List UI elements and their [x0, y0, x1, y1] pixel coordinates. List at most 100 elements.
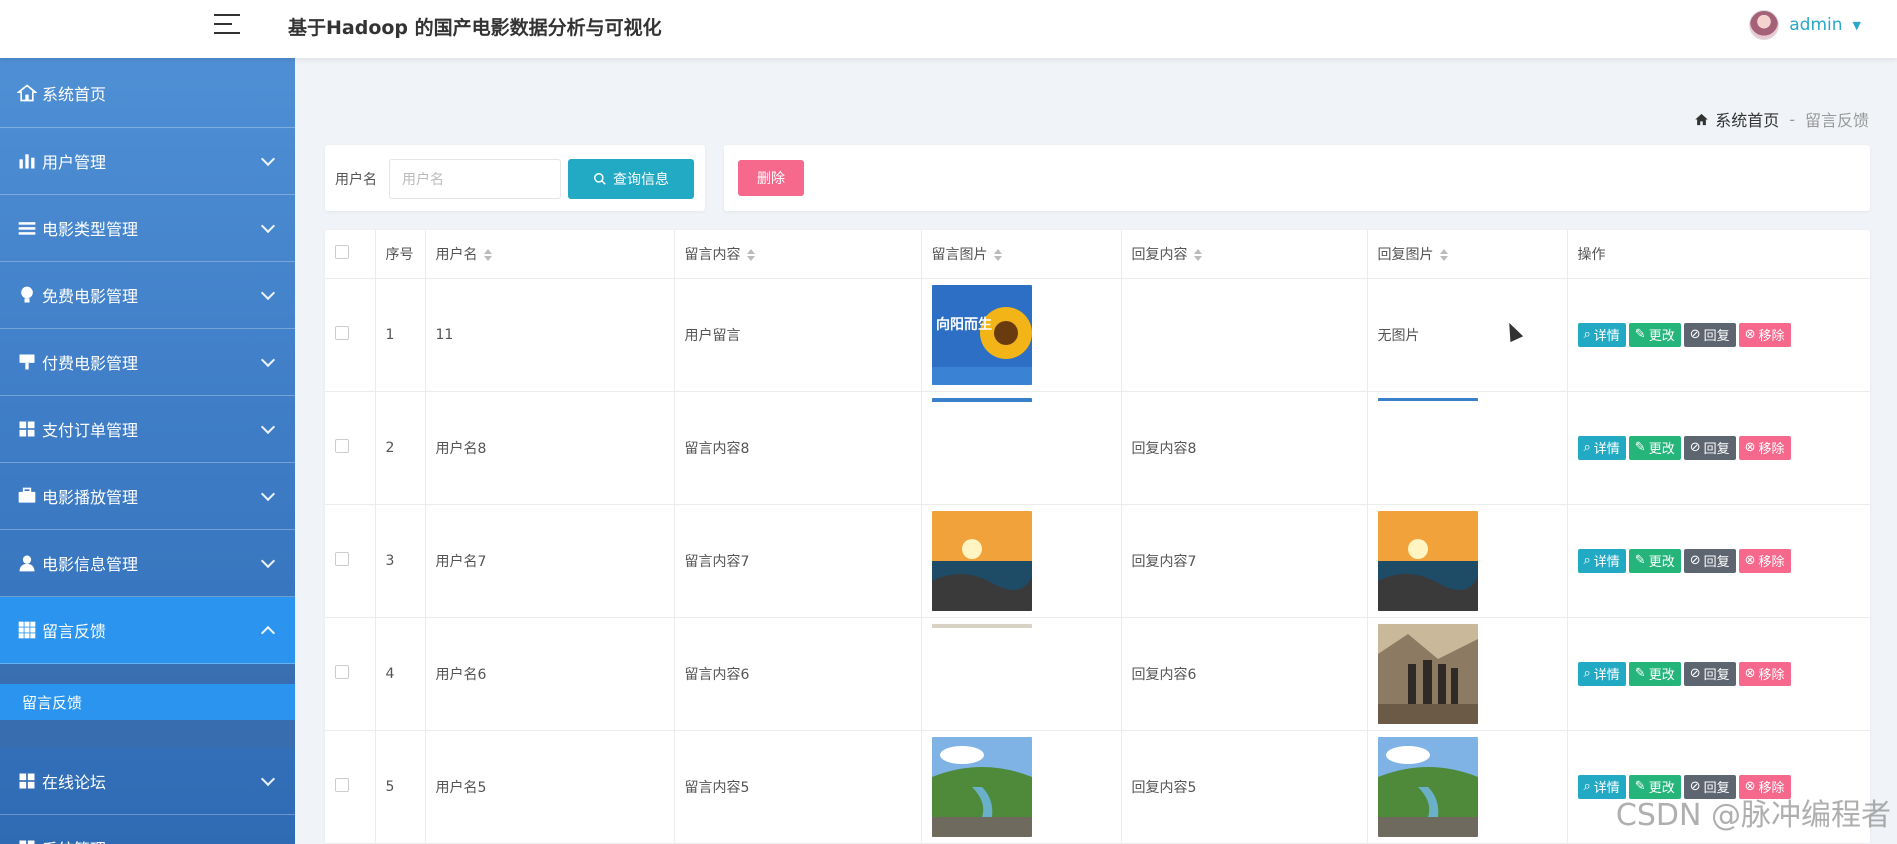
submenu-item-feedback[interactable]: 留言反馈: [0, 684, 295, 720]
row-actions: ⌕ 详情 ✎ 更改 ⊘ 回复 ⊗ 移除: [1577, 435, 1860, 460]
select-all-checkbox[interactable]: [335, 244, 349, 259]
home-icon: [16, 82, 38, 104]
column-header[interactable]: 留言图片: [921, 230, 1122, 279]
sort-icon[interactable]: [746, 248, 755, 261]
list-icon: [16, 217, 38, 239]
reply-image[interactable]: [1377, 397, 1478, 498]
sort-icon[interactable]: [1439, 248, 1448, 261]
table-row: 3 用户名7 留言内容7 回复内容7 ⌕ 详情 ✎ 更改 ⊘ 回复 ⊗ 移除: [325, 504, 1870, 618]
avatar[interactable]: [1749, 10, 1780, 40]
message-image[interactable]: [931, 510, 1032, 611]
sidebar: 系统首页 用户管理 电影类型管理 免费电影管理 付费电影管理 支付订单管理 电影…: [0, 58, 295, 844]
search-icon: [594, 173, 606, 185]
edit-button[interactable]: ✎ 更改: [1628, 435, 1681, 460]
cell-message: 留言内容6: [674, 617, 922, 731]
search-button[interactable]: 查询信息: [568, 159, 694, 199]
column-header[interactable]: 回复图片: [1367, 230, 1568, 279]
reply-image[interactable]: [1377, 623, 1478, 724]
table-row: 4 用户名6 留言内容6 回复内容6 ⌕ 详情 ✎ 更改 ⊘ 回复 ⊗ 移除: [325, 617, 1870, 731]
menu-toggle-icon[interactable]: [214, 14, 240, 36]
pencil-icon: ✎: [1634, 440, 1646, 455]
sidebar-item-movie-types[interactable]: 电影类型管理: [0, 195, 295, 262]
image-caption: 向阳而生: [936, 316, 992, 333]
detail-button[interactable]: ⌕ 详情: [1577, 322, 1626, 347]
grid-icon: [16, 770, 38, 792]
remove-button[interactable]: ⊗ 移除: [1738, 435, 1791, 460]
reply-button[interactable]: ⊘ 回复: [1683, 661, 1736, 686]
search-button-label: 查询信息: [613, 171, 669, 187]
column-header[interactable]: 留言内容: [674, 230, 922, 279]
sidebar-item-playback[interactable]: 电影播放管理: [0, 463, 295, 530]
sort-icon[interactable]: [483, 248, 492, 261]
remove-button[interactable]: ⊗ 移除: [1738, 661, 1791, 686]
search-panel: 用户名 查询信息: [325, 145, 705, 211]
caret-down-icon[interactable]: ▼: [1853, 19, 1861, 32]
sidebar-item-movie-info[interactable]: 电影信息管理: [0, 530, 295, 597]
reply-image[interactable]: [1377, 736, 1478, 837]
reply-button[interactable]: ⊘ 回复: [1683, 548, 1736, 573]
check-circle-icon: ⊘: [1689, 440, 1701, 455]
row-actions: ⌕ 详情 ✎ 更改 ⊘ 回复 ⊗ 移除: [1577, 661, 1860, 686]
user-name[interactable]: admin: [1789, 15, 1842, 35]
edit-button[interactable]: ✎ 更改: [1628, 548, 1681, 573]
column-header[interactable]: 用户名: [425, 230, 675, 279]
close-circle-icon: ⊗: [1744, 553, 1756, 568]
column-header: 操作: [1567, 230, 1870, 279]
search-icon: ⌕: [1583, 779, 1591, 794]
search-input[interactable]: [389, 159, 561, 199]
edit-button[interactable]: ✎ 更改: [1628, 322, 1681, 347]
message-image[interactable]: [931, 736, 1032, 837]
row-checkbox[interactable]: [335, 551, 349, 566]
message-image[interactable]: [931, 623, 1032, 724]
row-checkbox[interactable]: [335, 438, 349, 453]
table-header: 序号 用户名 留言内容 留言图片 回复内容 回复图片 操作: [325, 230, 1870, 279]
sidebar-item-paid-movies[interactable]: 付费电影管理: [0, 329, 295, 396]
user-icon: [16, 552, 38, 574]
reply-image[interactable]: [1377, 510, 1478, 611]
delete-button[interactable]: 删除: [738, 160, 804, 196]
search-icon: ⌕: [1583, 553, 1591, 568]
row-checkbox[interactable]: [335, 777, 349, 792]
submenu-feedback: 留言反馈: [0, 664, 295, 748]
sidebar-item-feedback[interactable]: 留言反馈: [0, 597, 295, 664]
column-header: 序号: [375, 230, 426, 279]
remove-button[interactable]: ⊗ 移除: [1738, 322, 1791, 347]
sort-icon[interactable]: [993, 248, 1002, 261]
reply-button[interactable]: ⊘ 回复: [1683, 322, 1736, 347]
message-image[interactable]: 向阳而生: [931, 284, 1032, 385]
chevron-down-icon: [260, 218, 276, 234]
column-header[interactable]: 回复内容: [1121, 230, 1368, 279]
remove-button[interactable]: ⊗ 移除: [1738, 548, 1791, 573]
row-checkbox[interactable]: [335, 325, 349, 340]
detail-button[interactable]: ⌕ 详情: [1577, 435, 1626, 460]
sidebar-item-free-movies[interactable]: 免费电影管理: [0, 262, 295, 329]
bar-chart-icon: [16, 150, 38, 172]
detail-button[interactable]: ⌕ 详情: [1577, 548, 1626, 573]
cell-message: 留言内容8: [674, 391, 922, 505]
chevron-down-icon: [260, 486, 276, 502]
cell-reply: 回复内容6: [1121, 617, 1368, 731]
sidebar-item-home[interactable]: 系统首页: [0, 58, 295, 128]
message-image[interactable]: [931, 397, 1032, 498]
sidebar-item-label: 系统管理: [42, 836, 106, 844]
sort-icon[interactable]: [1193, 248, 1202, 261]
cell-index: 4: [375, 617, 426, 731]
breadcrumb-home[interactable]: 系统首页: [1715, 107, 1779, 131]
chevron-down-icon: [260, 151, 276, 167]
sidebar-item-forum[interactable]: 在线论坛: [0, 748, 295, 815]
edit-button[interactable]: ✎ 更改: [1628, 661, 1681, 686]
sidebar-item-label: 电影信息管理: [42, 555, 139, 574]
chevron-down-icon: [260, 285, 276, 301]
cell-message: 用户留言: [674, 278, 922, 392]
sidebar-item-orders[interactable]: 支付订单管理: [0, 396, 295, 463]
cell-user: 11: [425, 278, 675, 392]
sidebar-item-system[interactable]: 系统管理: [0, 815, 295, 844]
sidebar-item-users[interactable]: 用户管理: [0, 128, 295, 195]
row-checkbox[interactable]: [335, 664, 349, 679]
brush-icon: [16, 351, 38, 373]
reply-button[interactable]: ⊘ 回复: [1683, 435, 1736, 460]
check-circle-icon: ⊘: [1689, 553, 1701, 568]
user-menu[interactable]: admin ▼: [1749, 10, 1861, 40]
breadcrumb-current: 留言反馈: [1804, 111, 1869, 130]
detail-button[interactable]: ⌕ 详情: [1577, 661, 1626, 686]
